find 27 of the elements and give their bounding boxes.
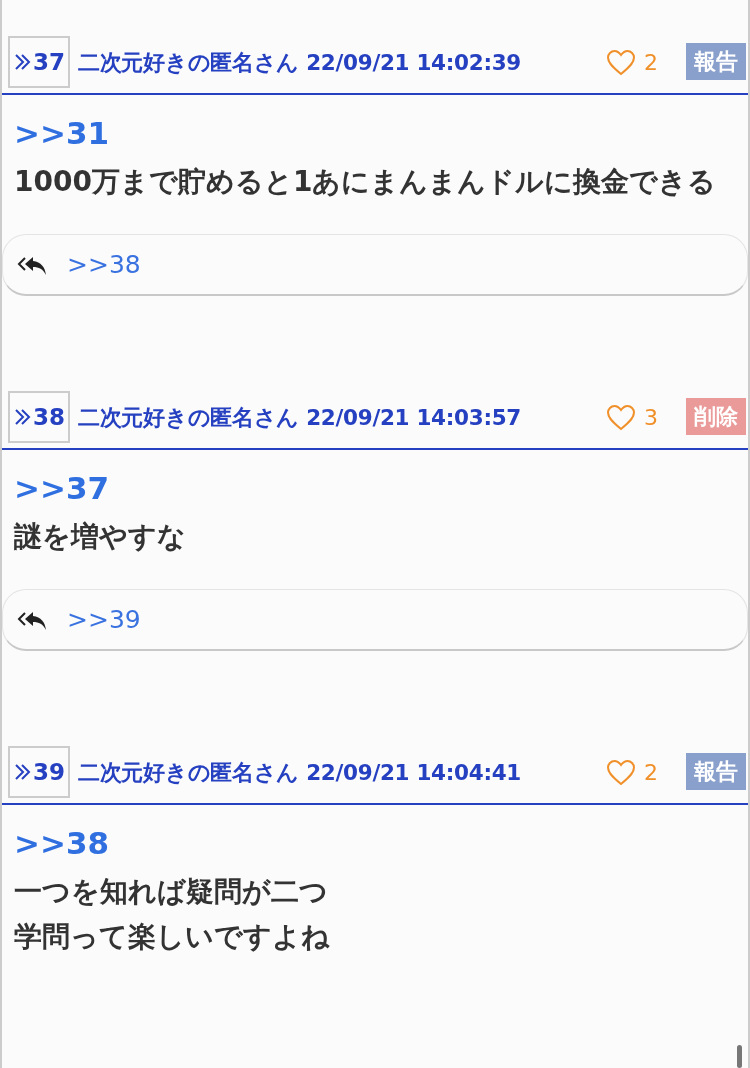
like-count: 3 bbox=[644, 404, 658, 430]
action-button[interactable]: 報告 bbox=[686, 43, 746, 80]
post-text: 学問って楽しいですよね bbox=[14, 919, 331, 955]
reply-link[interactable]: >>39 bbox=[67, 605, 141, 634]
reply-link[interactable]: >>38 bbox=[67, 250, 141, 279]
author-date: 二次元好きの匿名さん 22/09/21 14:02:39 bbox=[78, 48, 521, 77]
post-text: 謎を増やすな bbox=[14, 519, 187, 555]
anchor-link[interactable]: >>38 bbox=[14, 817, 110, 869]
post-number-button[interactable]: 37 bbox=[8, 36, 70, 88]
heart-icon[interactable] bbox=[606, 48, 636, 76]
double-chevron-icon bbox=[13, 762, 33, 782]
like-count: 2 bbox=[644, 759, 658, 785]
double-chevron-icon bbox=[13, 52, 33, 72]
double-chevron-icon bbox=[13, 407, 33, 427]
post-text: 一つを知れば疑問が二つ bbox=[14, 874, 329, 910]
author-date: 二次元好きの匿名さん 22/09/21 14:03:57 bbox=[78, 403, 521, 432]
post-number-button[interactable]: 38 bbox=[8, 391, 70, 443]
action-button[interactable]: 報告 bbox=[686, 753, 746, 790]
post-text: 1000万まで貯めると1あにまんまんドルに換金できる bbox=[14, 164, 718, 200]
heart-icon[interactable] bbox=[606, 758, 636, 786]
anchor-link[interactable]: >>37 bbox=[14, 462, 110, 514]
like-count: 2 bbox=[644, 49, 658, 75]
scrollbar-thumb[interactable] bbox=[737, 1045, 742, 1068]
author-date: 二次元好きの匿名さん 22/09/21 14:04:41 bbox=[78, 758, 521, 787]
anchor-link[interactable]: >>31 bbox=[14, 107, 110, 159]
post-number-button[interactable]: 39 bbox=[8, 746, 70, 798]
heart-icon[interactable] bbox=[606, 403, 636, 431]
